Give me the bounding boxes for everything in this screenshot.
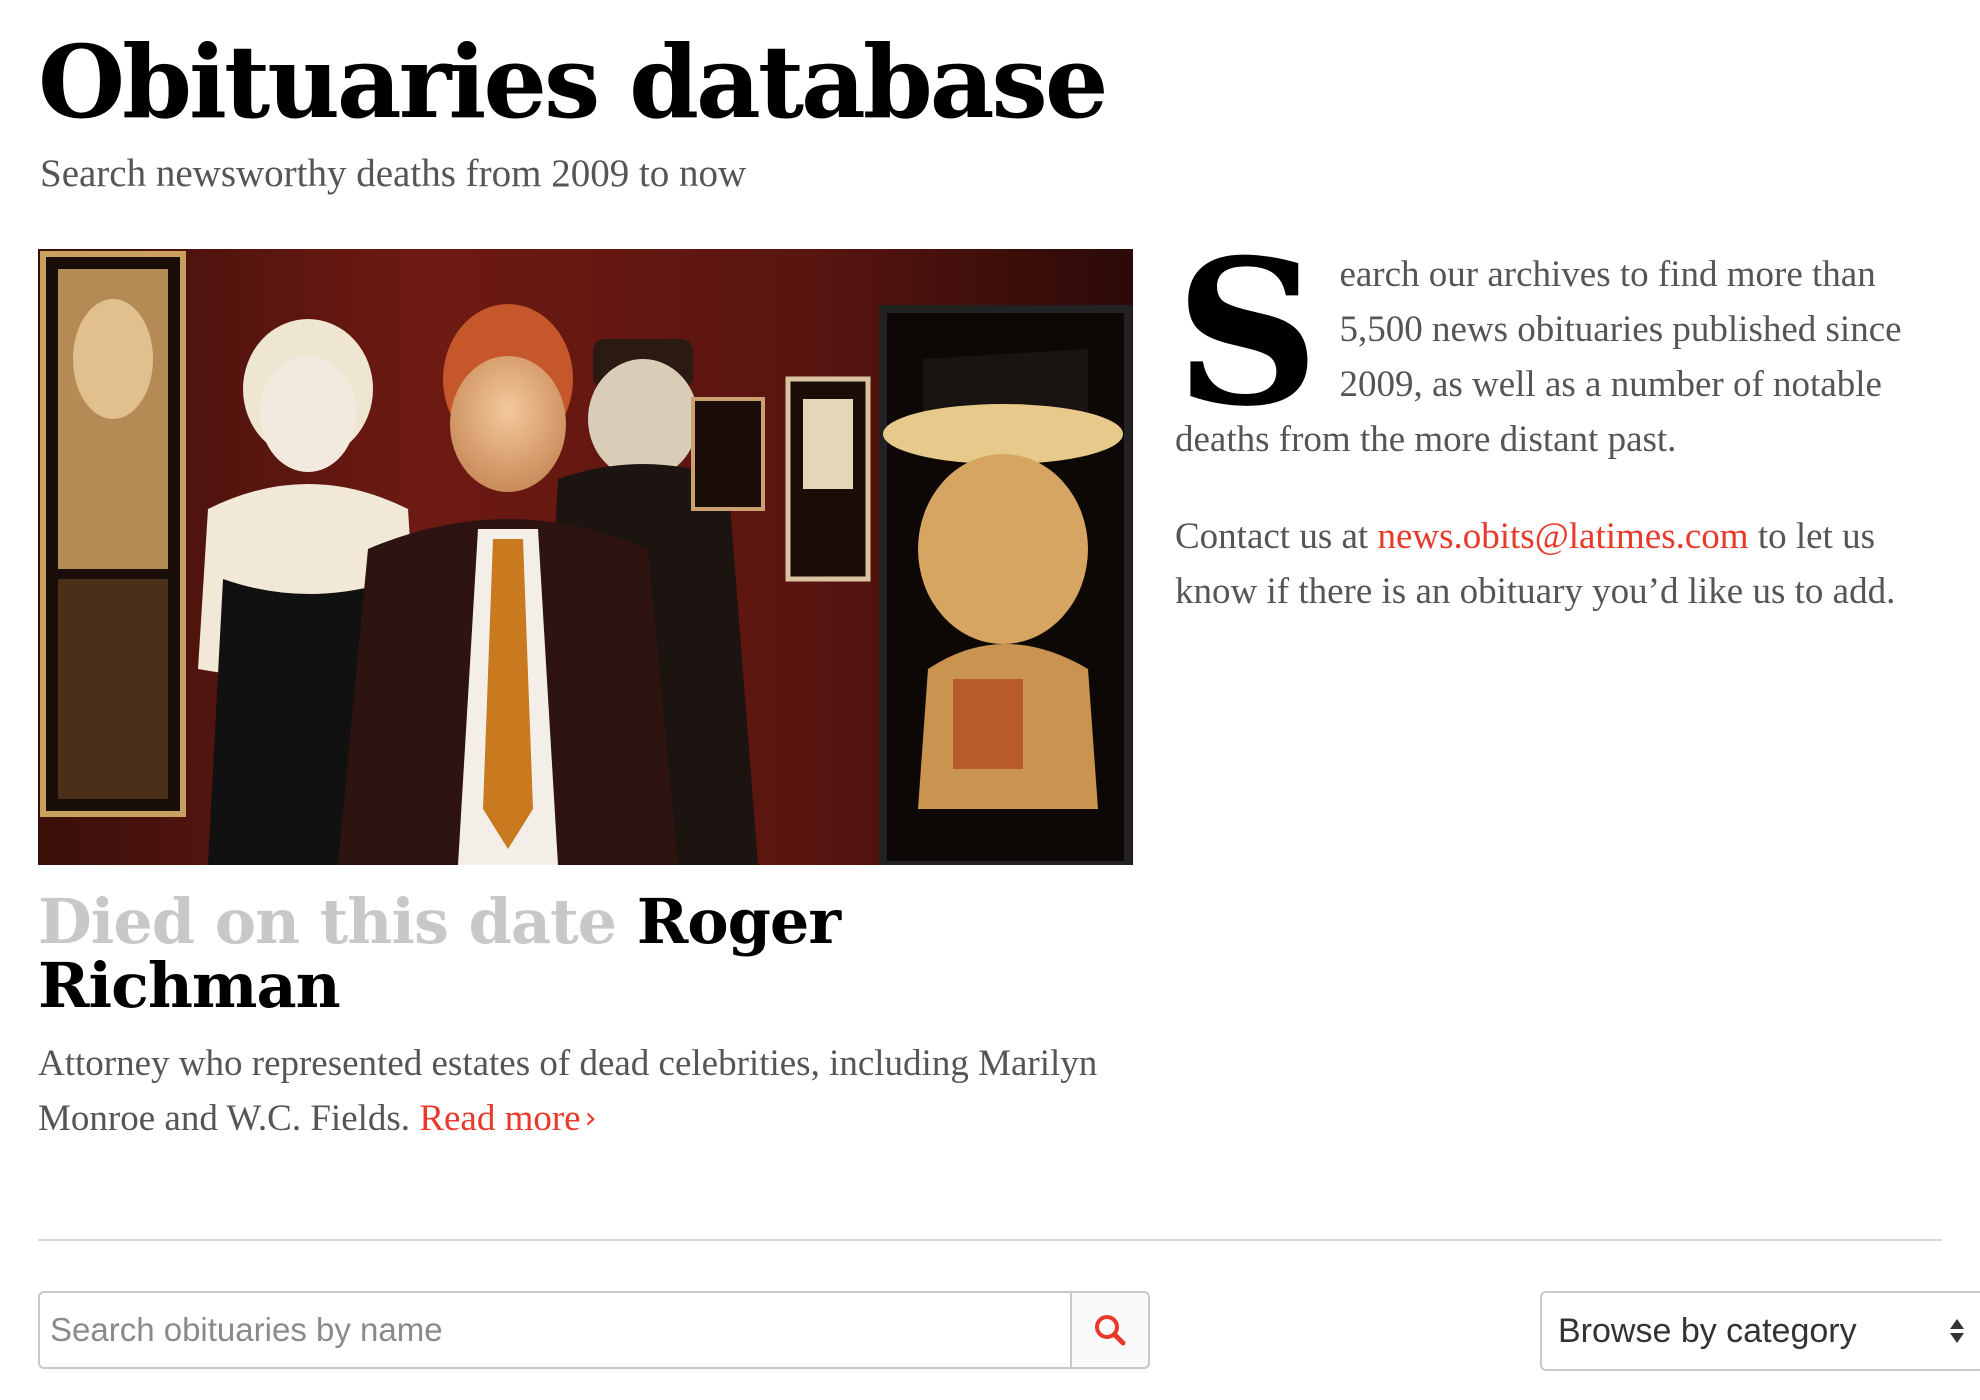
- page: Obituaries database Search newsworthy de…: [38, 0, 1980, 1400]
- contact-text: Contact us at news.obits@latimes.com to …: [1175, 467, 1955, 619]
- search-icon: [1095, 1315, 1126, 1346]
- feature-heading: Died on this date Roger Richman: [38, 890, 1133, 1018]
- read-more-link[interactable]: Read more ›: [419, 1098, 596, 1139]
- read-more-label: Read more: [419, 1098, 581, 1139]
- search-box: [38, 1291, 1150, 1369]
- category-select-value: Browse by category: [1558, 1311, 1857, 1350]
- intro: S earch our archives to find more than 5…: [1175, 216, 1955, 619]
- select-arrows-icon: [1937, 1319, 1977, 1343]
- arrow-up-icon: [1950, 1319, 1964, 1329]
- arrow-down-icon: [1950, 1333, 1964, 1343]
- search-input[interactable]: [40, 1293, 1070, 1367]
- drop-cap: S: [1175, 216, 1320, 451]
- contact-email-link[interactable]: news.obits@latimes.com: [1377, 516, 1748, 557]
- feature-photo-image: [38, 249, 1133, 865]
- feature-description: Attorney who represented estates of dead…: [38, 1036, 1118, 1148]
- category-select[interactable]: Browse by category: [1540, 1291, 1980, 1371]
- chevron-right-icon: ›: [584, 1101, 597, 1136]
- feature-photo[interactable]: [38, 249, 1133, 865]
- search-button[interactable]: [1070, 1293, 1148, 1367]
- page-subtitle: Search newsworthy deaths from 2009 to no…: [40, 152, 747, 195]
- feature-kicker: Died on this date: [38, 885, 617, 958]
- divider: [38, 1239, 1942, 1241]
- page-title: Obituaries database: [38, 23, 1108, 141]
- contact-prefix: Contact us at: [1175, 516, 1378, 557]
